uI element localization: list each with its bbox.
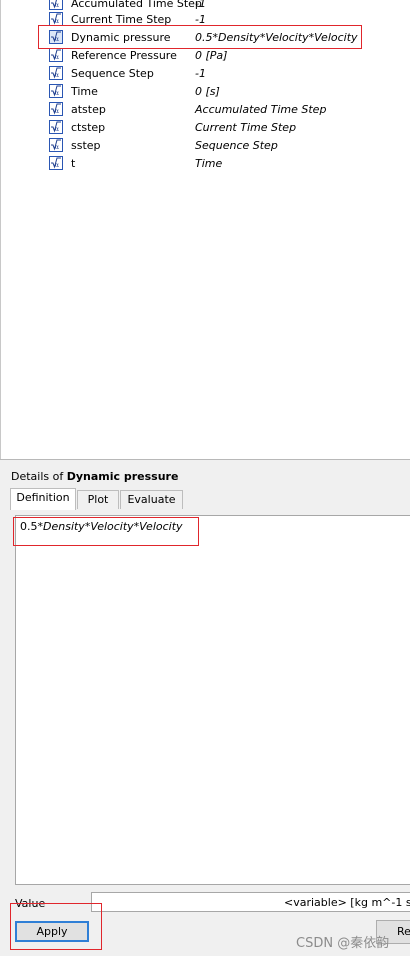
definition-text-rest: Density*Velocity*Velocity — [43, 520, 183, 533]
expression-function-icon: α — [49, 120, 63, 134]
expression-function-icon: α — [49, 66, 63, 80]
tab-definition[interactable]: Definition — [10, 488, 76, 510]
svg-text:α: α — [55, 162, 59, 169]
tree-row-value: Accumulated Time Step — [195, 102, 327, 116]
svg-text:α: α — [55, 90, 59, 97]
tree-row-value: 0 [Pa] — [195, 48, 228, 62]
tree-row[interactable]: α sstep Sequence Step — [49, 136, 409, 154]
tree-row-name: sstep — [71, 138, 101, 152]
tree-row-value: 0.5*Density*Velocity*Velocity — [195, 30, 358, 44]
tree-row[interactable]: α atstep Accumulated Time Step — [49, 100, 409, 118]
tree-row-name: Accumulated Time Step — [71, 0, 202, 10]
svg-text:α: α — [55, 54, 59, 61]
tree-row-value: -1 — [195, 66, 206, 80]
expression-function-icon: α — [49, 12, 63, 26]
svg-text:α: α — [55, 108, 59, 115]
svg-text:α: α — [55, 126, 59, 133]
expression-tree: α Accumulated Time Step -1 α Current Tim… — [0, 0, 410, 460]
details-panel: Details of Dynamic pressure Definition P… — [0, 460, 410, 956]
tree-row-name: Dynamic pressure — [71, 30, 171, 44]
definition-editor[interactable]: 0.5*Density*Velocity*Velocity — [15, 515, 410, 885]
tree-row[interactable]: α Sequence Step -1 — [49, 64, 409, 82]
definition-text-prefix: 0.5* — [20, 520, 43, 533]
tree-row-name: Reference Pressure — [71, 48, 177, 62]
svg-text:α: α — [55, 144, 59, 151]
tree-row-value: -1 — [195, 12, 206, 26]
watermark: CSDN @秦依韵 — [296, 936, 390, 951]
tree-row[interactable]: α ctstep Current Time Step — [49, 118, 409, 136]
tree-row[interactable]: α Time 0 [s] — [49, 82, 409, 100]
tree-row-value: Time — [195, 156, 223, 170]
details-title-name: Dynamic pressure — [66, 470, 179, 483]
tree-row[interactable]: α Reference Pressure 0 [Pa] — [49, 46, 409, 64]
tree-row-name: ctstep — [71, 120, 106, 134]
tree-row-name: Current Time Step — [71, 12, 172, 26]
tree-row-value: Sequence Step — [195, 138, 278, 152]
expression-function-icon: α — [49, 156, 63, 170]
value-field-text: <variable> [kg m^-1 s^-2] — [284, 896, 410, 909]
expression-function-icon: α — [49, 102, 63, 116]
svg-text:α: α — [55, 72, 59, 79]
expression-function-icon: α — [49, 30, 63, 44]
details-title-prefix: Details of — [11, 470, 64, 483]
value-label: Value — [15, 897, 46, 910]
svg-text:α: α — [55, 2, 59, 9]
expression-function-icon: α — [49, 0, 63, 10]
value-field[interactable]: <variable> [kg m^-1 s^-2] — [91, 892, 410, 912]
tree-row[interactable]: α Current Time Step -1 — [49, 10, 409, 28]
tree-row-value: 0 [s] — [195, 84, 220, 98]
apply-button[interactable]: Apply — [15, 921, 89, 942]
tab-plot[interactable]: Plot — [77, 490, 119, 509]
details-title: Details of Dynamic pressure — [11, 470, 178, 483]
svg-text:α: α — [55, 18, 59, 25]
expression-function-icon: α — [49, 84, 63, 98]
tree-row-selected[interactable]: α Dynamic pressure 0.5*Density*Velocity*… — [49, 28, 409, 46]
tree-row-name: t — [71, 156, 76, 170]
tree-row-value: Current Time Step — [195, 120, 297, 134]
tree-row[interactable]: α t Time — [49, 154, 409, 172]
svg-text:α: α — [55, 36, 59, 43]
tree-row-name: Sequence Step — [71, 66, 154, 80]
tree-row-name: Time — [71, 84, 98, 98]
expression-function-icon: α — [49, 138, 63, 152]
expression-function-icon: α — [49, 48, 63, 62]
tree-row-value: -1 — [195, 0, 206, 10]
definition-text: 0.5*Density*Velocity*Velocity — [20, 520, 183, 533]
tree-row-name: atstep — [71, 102, 106, 116]
tab-evaluate[interactable]: Evaluate — [120, 490, 183, 509]
